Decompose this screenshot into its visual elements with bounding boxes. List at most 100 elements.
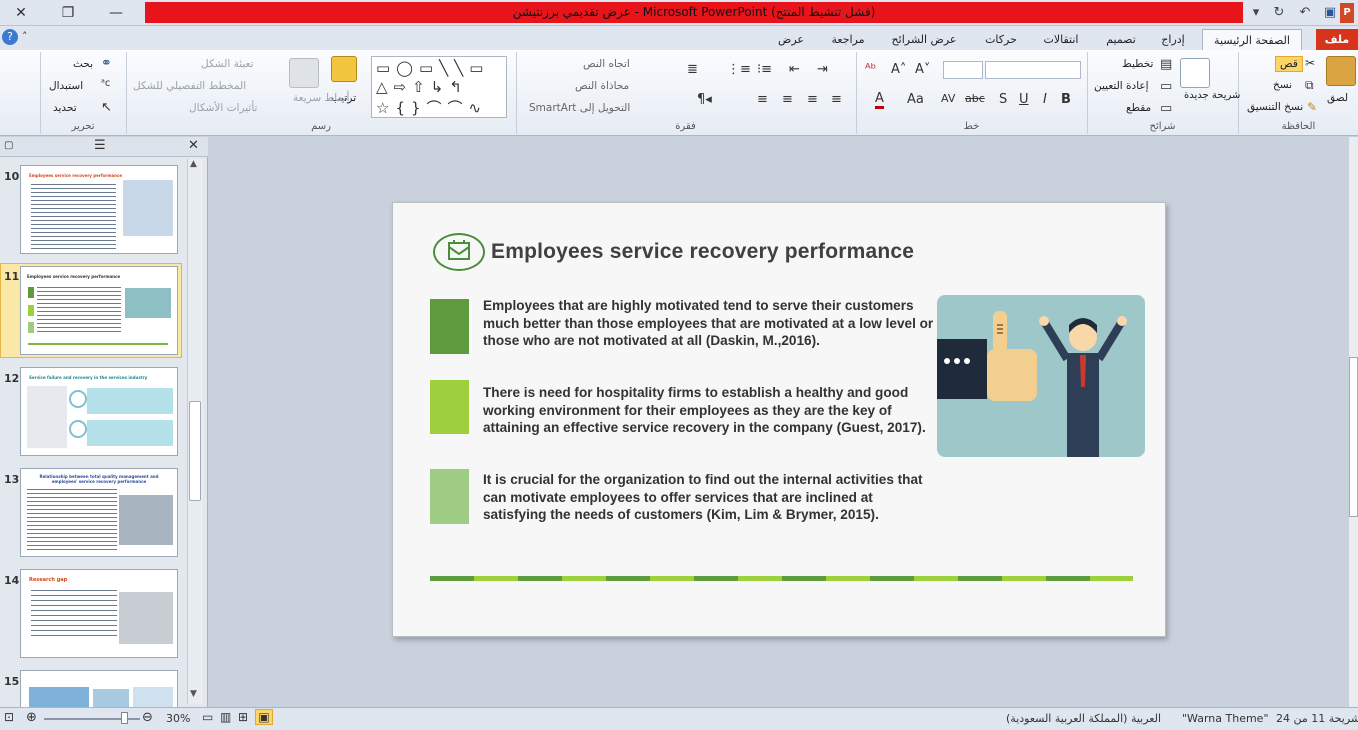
- convert-smartart-button[interactable]: التحويل إلى SmartArt: [529, 102, 630, 114]
- slide-thumbnail[interactable]: Relationship between total quality manag…: [20, 468, 178, 557]
- slide-thumbnail-selected[interactable]: Employees service recovery performance: [20, 266, 178, 355]
- tab-animations[interactable]: حركات: [978, 29, 1024, 50]
- repeat-icon[interactable]: ↻: [1268, 3, 1290, 23]
- close-panel-icon[interactable]: ✕: [188, 138, 199, 153]
- tab-review[interactable]: مراجعة: [820, 29, 876, 50]
- copy-button[interactable]: نسخ: [1273, 79, 1292, 91]
- close-window-button[interactable]: ✕: [8, 3, 34, 23]
- dash-segment: [650, 576, 694, 581]
- text-direction-button[interactable]: اتجاه النص: [583, 58, 630, 70]
- align-center-icon[interactable]: ≡: [782, 92, 793, 107]
- customize-qat-icon[interactable]: ▾: [1245, 3, 1267, 23]
- panel-checkbox-icon[interactable]: ▢: [4, 140, 13, 151]
- main-scroll-thumb[interactable]: [1349, 357, 1358, 517]
- outline-tab-icon[interactable]: ☰: [94, 138, 106, 153]
- shape-outline-button[interactable]: المخطط التفصيلي للشكل: [133, 80, 246, 92]
- new-slide-button[interactable]: شريحة جديدة: [1184, 90, 1240, 101]
- align-text-button[interactable]: محاذاة النص: [575, 80, 629, 92]
- scroll-thumb[interactable]: [189, 401, 201, 501]
- tab-insert[interactable]: إدراج: [1150, 29, 1196, 50]
- cut-button[interactable]: قص: [1275, 56, 1303, 72]
- grow-font-icon[interactable]: A˄: [891, 62, 906, 77]
- restore-window-button[interactable]: ❐: [55, 3, 81, 23]
- numbering-icon[interactable]: ⋮≡: [727, 62, 751, 77]
- sorter-view-icon[interactable]: ⊞: [238, 710, 248, 724]
- zoom-slider-thumb[interactable]: [121, 712, 128, 724]
- tab-view[interactable]: عرض: [770, 29, 812, 50]
- font-name-field[interactable]: [985, 61, 1081, 79]
- decrease-indent-icon[interactable]: ⇤: [789, 62, 800, 77]
- increase-indent-icon[interactable]: ⇥: [817, 62, 828, 77]
- paste-button[interactable]: لصق: [1327, 92, 1348, 104]
- thumb-text-lines: [31, 590, 117, 640]
- collapse-ribbon-icon[interactable]: ˄: [22, 30, 28, 43]
- slideshow-view-icon[interactable]: ▭: [202, 710, 213, 724]
- slide-thumbnail[interactable]: [20, 670, 178, 707]
- tab-design[interactable]: تصميم: [1096, 29, 1146, 50]
- zoom-level[interactable]: 30%: [166, 712, 190, 725]
- paste-icon[interactable]: [1326, 56, 1356, 86]
- char-spacing-button[interactable]: AV: [941, 92, 955, 105]
- slide[interactable]: Employees service recovery performance E…: [392, 202, 1166, 637]
- tab-slideshow[interactable]: عرض الشرائح: [884, 29, 964, 50]
- font-color-button[interactable]: A: [875, 91, 884, 109]
- bullet-text-1[interactable]: Employees that are highly motivated tend…: [483, 297, 935, 350]
- new-slide-icon[interactable]: [1180, 58, 1210, 88]
- strike-button[interactable]: abc: [965, 92, 985, 105]
- bold-button[interactable]: B: [1061, 92, 1071, 107]
- help-icon[interactable]: ?: [2, 29, 18, 45]
- thumbs-up-illustration[interactable]: [937, 295, 1145, 457]
- language-status[interactable]: العربية (المملكة العربية السعودية): [1006, 712, 1161, 725]
- panel-scrollbar[interactable]: ▲ ▼: [187, 159, 203, 704]
- slide-thumbnail[interactable]: Service failure and recovery in the serv…: [20, 367, 178, 456]
- tab-file[interactable]: ملف: [1316, 29, 1358, 50]
- align-left-icon[interactable]: ≡: [807, 92, 818, 107]
- scroll-down-icon[interactable]: ▼: [190, 689, 197, 699]
- zoom-in-icon[interactable]: ⊕: [26, 710, 37, 725]
- undo-icon[interactable]: ↶: [1294, 3, 1316, 23]
- fit-window-icon[interactable]: ⊡: [4, 710, 14, 724]
- section-button[interactable]: مقطع: [1126, 102, 1151, 114]
- save-icon[interactable]: ▣: [1319, 3, 1341, 23]
- tab-home[interactable]: الصفحة الرئيسية: [1202, 29, 1302, 50]
- change-case-button[interactable]: Aa: [907, 92, 924, 107]
- shapes-gallery[interactable]: ▭◯▭╲╲▭ △⇨⇧↳↰ ☆{}⌒⌒∿: [371, 56, 507, 118]
- thumb-text-lines: [37, 287, 121, 335]
- find-button[interactable]: بحث: [73, 58, 93, 70]
- format-painter-button[interactable]: نسخ التنسيق: [1247, 101, 1303, 113]
- shape-effects-button[interactable]: تأثيرات الأشكال: [189, 102, 257, 114]
- reading-view-icon[interactable]: ▥: [220, 710, 231, 724]
- italic-button[interactable]: I: [1043, 92, 1047, 107]
- slides-panel: ▢ ☰ ✕ 10 Employees service recovery perf…: [0, 137, 208, 707]
- tab-transitions[interactable]: انتقالات: [1032, 29, 1090, 50]
- shadow-button[interactable]: S: [999, 92, 1007, 107]
- reset-button[interactable]: إعادة التعيين: [1094, 80, 1149, 92]
- minimize-window-button[interactable]: —: [103, 3, 129, 23]
- underline-button[interactable]: U: [1019, 92, 1029, 107]
- quick-styles-button[interactable]: أنماط سريعة: [293, 92, 349, 104]
- slide-thumbnail[interactable]: Employees service recovery performance: [20, 165, 178, 254]
- slide-thumbnail[interactable]: Research gap: [20, 569, 178, 658]
- normal-view-icon[interactable]: ▣: [255, 709, 273, 725]
- zoom-out-icon[interactable]: ⊖: [142, 710, 153, 725]
- bullet-text-3[interactable]: It is crucial for the organization to fi…: [483, 471, 935, 524]
- rtl-paragraph-icon[interactable]: ¶◂: [697, 92, 712, 107]
- shrink-font-icon[interactable]: A˅: [915, 62, 930, 77]
- ltr-bullets-icon[interactable]: ≣: [687, 62, 698, 77]
- format-painter-icon: ✎: [1307, 100, 1318, 114]
- align-right-icon[interactable]: ≡: [757, 92, 768, 107]
- select-button[interactable]: تحديد: [53, 102, 77, 114]
- font-size-field[interactable]: [943, 61, 983, 79]
- clear-format-icon[interactable]: ᴬᵇ: [865, 62, 876, 77]
- scroll-up-icon[interactable]: ▲: [190, 159, 197, 169]
- layout-button[interactable]: تخطيط: [1122, 58, 1153, 70]
- replace-button[interactable]: استبدال: [49, 80, 83, 92]
- bullet-text-2[interactable]: There is need for hospitality firms to e…: [483, 384, 935, 437]
- slide-title[interactable]: Employees service recovery performance: [491, 240, 914, 264]
- quick-styles-icon[interactable]: [289, 58, 319, 88]
- arrange-icon[interactable]: [331, 56, 357, 82]
- main-scrollbar[interactable]: [1349, 137, 1358, 707]
- shape-fill-button[interactable]: تعبئة الشكل: [201, 58, 254, 70]
- bullets-icon[interactable]: ⁝≡: [757, 62, 772, 77]
- justify-icon[interactable]: ≡: [831, 92, 842, 107]
